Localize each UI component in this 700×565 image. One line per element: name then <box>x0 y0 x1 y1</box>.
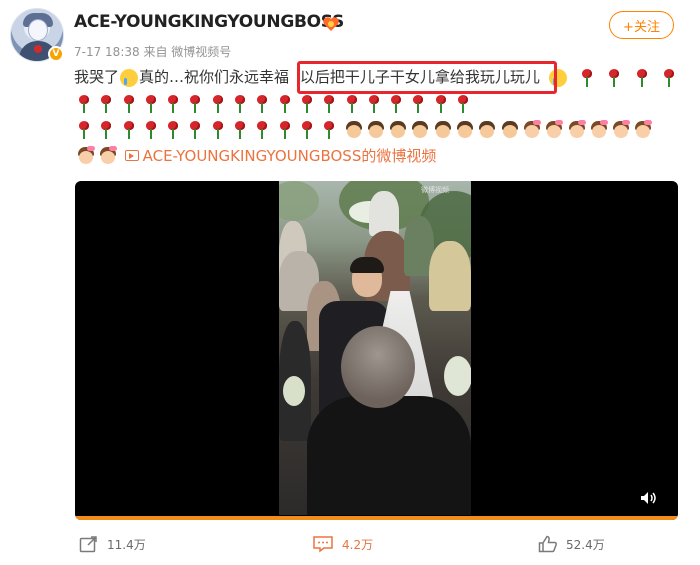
rose-emoji-icon <box>232 94 248 114</box>
rose-emoji-icon <box>254 120 270 140</box>
girl-emoji-icon <box>611 119 631 140</box>
girl-emoji-icon <box>98 145 118 166</box>
rose-emoji-icon <box>187 94 203 114</box>
repost-button[interactable]: 11.4万 <box>79 535 146 553</box>
video-progress-bar[interactable] <box>75 516 678 520</box>
girl-emoji-icon <box>544 119 564 140</box>
post-meta: 7-17 18:38 来自 微博视频号 <box>74 45 232 59</box>
repost-count: 11.4万 <box>107 537 146 552</box>
boy-emoji-icon <box>455 120 475 140</box>
action-bar: 11.4万 4.2万 52.4万 <box>0 535 700 565</box>
like-icon <box>538 535 557 553</box>
rose-emoji-icon <box>661 68 677 88</box>
video-watermark: 微博视频 <box>421 186 449 194</box>
like-button[interactable]: 52.4万 <box>538 535 605 553</box>
rose-emoji-icon <box>366 94 382 114</box>
boy-emoji-icon <box>388 120 408 140</box>
verified-badge-icon: V <box>48 46 64 62</box>
rose-emoji-icon <box>143 120 159 140</box>
emoji-row-roses <box>76 93 477 114</box>
rose-emoji-icon <box>634 68 650 88</box>
rose-emoji-icon <box>433 94 449 114</box>
rose-emoji-icon <box>254 94 270 114</box>
rose-emoji-icon <box>606 68 622 88</box>
girl-emoji-icon <box>76 145 96 166</box>
rose-emoji-icon <box>143 94 159 114</box>
comment-count: 4.2万 <box>342 537 374 552</box>
emoji-row-source: ACE-YOUNGKINGYOUNGBOSS的微博视频 <box>76 145 436 166</box>
video-source-link[interactable]: ACE-YOUNGKINGYOUNGBOSS的微博视频 <box>143 147 437 165</box>
girl-emoji-icon <box>522 119 542 140</box>
rose-emoji-icon <box>579 68 595 88</box>
boy-emoji-icon <box>433 120 453 140</box>
rose-emoji-icon <box>299 120 315 140</box>
rose-emoji-icon <box>76 94 92 114</box>
crying-emoji-icon <box>120 68 139 87</box>
repost-icon <box>79 536 97 553</box>
rose-emoji-icon <box>121 94 137 114</box>
girl-emoji-icon <box>589 119 609 140</box>
rose-emoji-icon <box>277 94 293 114</box>
rose-emoji-icon <box>165 94 181 114</box>
rose-emoji-icon <box>210 94 226 114</box>
boy-emoji-icon <box>366 120 386 140</box>
boy-emoji-icon <box>500 120 520 140</box>
rose-emoji-icon <box>388 94 404 114</box>
comment-button[interactable]: 4.2万 <box>312 535 373 553</box>
boy-emoji-icon <box>477 120 497 140</box>
rose-emoji-icon <box>76 120 92 140</box>
girl-emoji-icon <box>567 119 587 140</box>
volume-icon[interactable] <box>640 491 658 505</box>
emoji-row-mixed <box>76 119 656 140</box>
rose-emoji-icon <box>410 94 426 114</box>
rose-emoji-icon <box>232 120 248 140</box>
post-text-part1: 我哭了 <box>74 68 120 86</box>
rose-emoji-icon <box>187 120 203 140</box>
rose-emoji-icon <box>455 94 471 114</box>
video-link-icon <box>124 150 139 161</box>
rose-emoji-icon <box>98 120 114 140</box>
rose-emoji-icon <box>121 120 137 140</box>
username[interactable]: ACE-YOUNGKINGYOUNGBOSS <box>74 12 344 32</box>
rose-emoji-icon <box>165 120 181 140</box>
post-text-part2: 真的…祝你们永远幸福 <box>139 68 290 86</box>
boy-emoji-icon <box>344 120 364 140</box>
fan-heart-badge-icon <box>323 17 339 31</box>
rose-emoji-icon <box>344 94 360 114</box>
rose-emoji-icon <box>321 94 337 114</box>
comment-icon <box>313 536 333 553</box>
rose-emoji-icon <box>299 94 315 114</box>
rose-emoji-icon <box>210 120 226 140</box>
rose-emoji-icon <box>277 120 293 140</box>
rose-emoji-icon <box>98 94 114 114</box>
girl-emoji-icon <box>633 119 653 140</box>
highlight-annotation-box <box>297 61 557 94</box>
like-count: 52.4万 <box>566 537 605 552</box>
video-frame: 微博视频 <box>279 181 471 515</box>
follow-button[interactable]: +关注 <box>609 11 674 39</box>
rose-emoji-icon <box>321 120 337 140</box>
video-player[interactable]: 微博视频 <box>75 181 678 520</box>
boy-emoji-icon <box>410 120 430 140</box>
